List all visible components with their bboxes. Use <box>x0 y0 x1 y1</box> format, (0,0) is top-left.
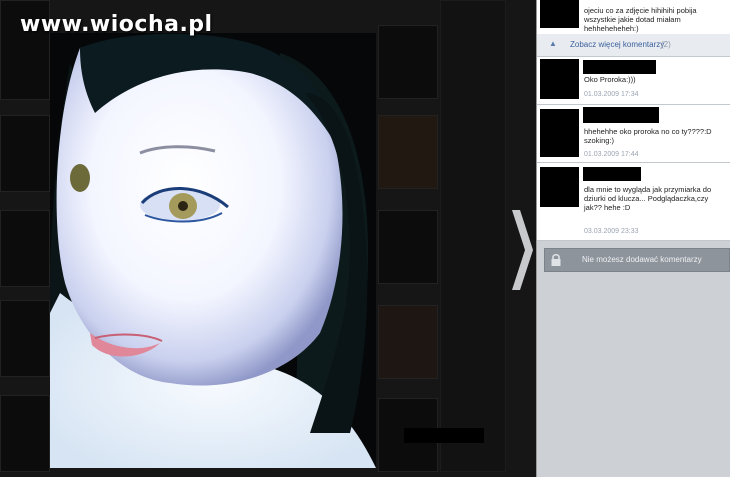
show-more-comments-label[interactable]: Zobacz więcej komentarzy <box>570 40 664 49</box>
background-thumbnail <box>0 395 50 472</box>
photo-viewer: www.wiocha.pl <box>0 0 536 477</box>
comment-date: 01.03.2009 17:44 <box>584 151 639 158</box>
comment-text: Oko Proroka:))) <box>584 75 636 84</box>
comments-disabled-bar: Nie możesz dodawać komentarzy <box>544 248 730 272</box>
redacted-label <box>404 428 484 443</box>
background-thumbnail <box>378 210 438 284</box>
comments-disabled-label: Nie możesz dodawać komentarzy <box>582 255 702 264</box>
background-thumbnail <box>378 305 438 379</box>
comment-text: dla mnie to wygląda jak przymiarka do dz… <box>584 185 712 212</box>
avatar[interactable] <box>540 109 579 157</box>
main-photo[interactable] <box>50 33 376 468</box>
avatar[interactable] <box>540 167 579 207</box>
comment-author[interactable] <box>583 107 659 123</box>
background-thumbnail <box>440 0 506 472</box>
next-photo-button[interactable] <box>509 210 533 290</box>
comment-count: (2) <box>661 40 671 49</box>
show-more-comments[interactable]: ▲ Zobacz więcej komentarzy (2) <box>537 34 730 57</box>
comment-item: ojeciu co za zdjęcie hihihihi pobija wsz… <box>537 0 730 35</box>
comment-text: ojeciu co za zdjęcie hihihihi pobija wsz… <box>584 6 697 33</box>
background-thumbnail <box>378 25 438 99</box>
comment-date: 03.03.2009 23:33 <box>584 228 639 235</box>
comment-author[interactable] <box>583 60 656 74</box>
background-thumbnail <box>378 115 438 189</box>
comment-text: hhehehhe oko proroka no co ty????:D szok… <box>584 127 712 145</box>
background-thumbnail <box>0 300 50 377</box>
lock-icon <box>551 254 561 266</box>
comments-panel: ojeciu co za zdjęcie hihihihi pobija wsz… <box>536 0 730 477</box>
background-thumbnail <box>0 210 50 287</box>
comment-author[interactable] <box>583 167 641 181</box>
avatar[interactable] <box>540 59 579 99</box>
background-thumbnail <box>0 115 50 192</box>
avatar[interactable] <box>540 0 579 28</box>
comment-date: 01.03.2009 17:34 <box>584 91 639 98</box>
portrait-image <box>50 33 376 468</box>
comment-item: dla mnie to wygląda jak przymiarka do dz… <box>537 163 730 241</box>
site-watermark: www.wiocha.pl <box>20 12 213 37</box>
chevron-right-icon <box>512 210 533 290</box>
comment-item: hhehehhe oko proroka no co ty????:D szok… <box>537 105 730 163</box>
comment-item: Oko Proroka:))) 01.03.2009 17:34 <box>537 57 730 105</box>
chevron-up-icon: ▲ <box>549 39 557 48</box>
